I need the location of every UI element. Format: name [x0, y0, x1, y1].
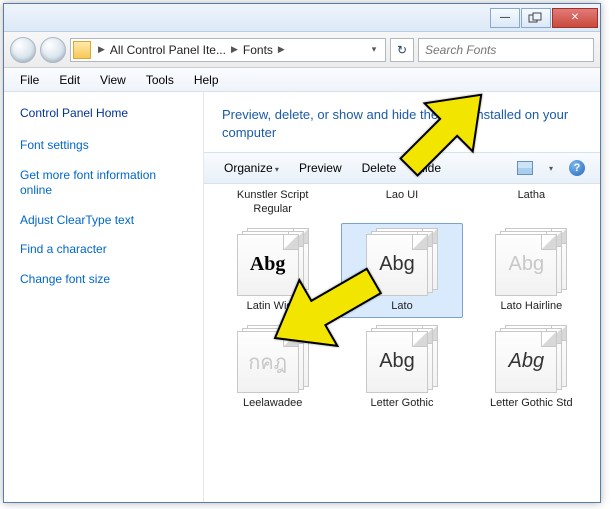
- menu-file[interactable]: File: [10, 73, 49, 87]
- menu-tools[interactable]: Tools: [136, 73, 184, 87]
- menu-bar: File Edit View Tools Help: [4, 68, 600, 92]
- close-button[interactable]: ✕: [552, 8, 598, 28]
- organize-button[interactable]: Organize: [214, 161, 289, 175]
- hide-button[interactable]: Hide: [406, 161, 451, 175]
- font-label: Lato: [391, 300, 412, 313]
- font-item[interactable]: Abg Lato Hairline: [471, 223, 592, 318]
- font-label: Latin Wide: [247, 300, 299, 313]
- font-sample: Abg: [509, 350, 545, 373]
- menu-help[interactable]: Help: [184, 73, 229, 87]
- body: Control Panel Home Font settings Get mor…: [4, 92, 600, 502]
- minimize-button[interactable]: —: [490, 8, 520, 28]
- font-item[interactable]: Lao UI: [341, 188, 462, 220]
- font-label: Leelawadee: [243, 397, 302, 410]
- back-button[interactable]: [10, 37, 36, 63]
- font-sample: กคฎ: [248, 346, 287, 378]
- font-label: Lao UI: [386, 189, 418, 202]
- forward-button[interactable]: [40, 37, 66, 63]
- search-box[interactable]: [418, 38, 594, 62]
- sidebar-link-more-info[interactable]: Get more font information online: [20, 168, 187, 199]
- titlebar: — ✕: [4, 4, 600, 32]
- view-icon[interactable]: [516, 159, 534, 177]
- font-thumbnail: Abg: [366, 325, 438, 393]
- delete-button[interactable]: Delete: [352, 161, 407, 175]
- sidebar-link-font-settings[interactable]: Font settings: [20, 138, 187, 154]
- font-label: Latha: [518, 189, 546, 202]
- preview-button[interactable]: Preview: [289, 161, 352, 175]
- sidebar-link-cleartype[interactable]: Adjust ClearType text: [20, 213, 187, 229]
- font-thumbnail: Abg: [495, 325, 567, 393]
- explorer-window: — ✕ ▶ All Control Panel Ite... ▶ Fonts ▶…: [3, 3, 601, 503]
- font-sample: Abg: [509, 253, 545, 276]
- font-sample: Abg: [250, 253, 286, 276]
- font-thumbnail: Abg: [366, 228, 438, 296]
- sidebar: Control Panel Home Font settings Get mor…: [4, 92, 204, 502]
- chevron-right-icon: ▶: [275, 44, 288, 55]
- chevron-right-icon: ▶: [228, 44, 241, 55]
- font-thumbnail: Abg: [237, 228, 309, 296]
- help-icon[interactable]: ?: [568, 159, 586, 177]
- sidebar-home[interactable]: Control Panel Home: [20, 106, 187, 120]
- sidebar-link-font-size[interactable]: Change font size: [20, 272, 187, 288]
- breadcrumb-seg-2[interactable]: Fonts: [241, 43, 275, 57]
- font-item[interactable]: Abg Latin Wide: [212, 223, 333, 318]
- font-thumbnail: กคฎ: [237, 325, 309, 393]
- font-item[interactable]: Abg Lato: [341, 223, 462, 318]
- font-thumbnail: Abg: [495, 228, 567, 296]
- page-title: Preview, delete, or show and hide the fo…: [204, 92, 600, 152]
- font-label: Kunstler Script Regular: [223, 189, 323, 215]
- menu-view[interactable]: View: [90, 73, 136, 87]
- font-grid: AbgKunstler Script RegularLao UILathaAbg…: [204, 184, 600, 502]
- font-sample: Abg: [379, 350, 415, 373]
- font-label: Letter Gothic: [371, 397, 434, 410]
- font-sample: Abg: [379, 253, 415, 276]
- chevron-right-icon: ▶: [95, 44, 108, 55]
- font-item[interactable]: Latha: [471, 188, 592, 220]
- font-item[interactable]: Abg Letter Gothic Std: [471, 320, 592, 415]
- sidebar-link-find-char[interactable]: Find a character: [20, 242, 187, 258]
- font-item[interactable]: Abg Letter Gothic: [341, 320, 462, 415]
- font-label: Lato Hairline: [500, 300, 562, 313]
- view-dropdown-icon[interactable]: ▾: [542, 159, 560, 177]
- toolbar: Organize Preview Delete Hide ▾ ?: [204, 152, 600, 184]
- menu-edit[interactable]: Edit: [49, 73, 90, 87]
- breadcrumb-seg-1[interactable]: All Control Panel Ite...: [108, 43, 228, 57]
- font-label: Letter Gothic Std: [490, 397, 573, 410]
- folder-icon: [73, 41, 91, 59]
- refresh-button[interactable]: ↻: [390, 38, 414, 62]
- font-item[interactable]: AbgKunstler Script Regular: [212, 188, 333, 220]
- breadcrumb[interactable]: ▶ All Control Panel Ite... ▶ Fonts ▶ ▾: [70, 38, 386, 62]
- breadcrumb-dropdown[interactable]: ▾: [365, 44, 383, 55]
- main-panel: Preview, delete, or show and hide the fo…: [204, 92, 600, 502]
- search-input[interactable]: [425, 43, 587, 57]
- font-item[interactable]: กคฎ Leelawadee: [212, 320, 333, 415]
- maximize-restore-button[interactable]: [521, 8, 551, 28]
- address-bar: ▶ All Control Panel Ite... ▶ Fonts ▶ ▾ ↻: [4, 32, 600, 68]
